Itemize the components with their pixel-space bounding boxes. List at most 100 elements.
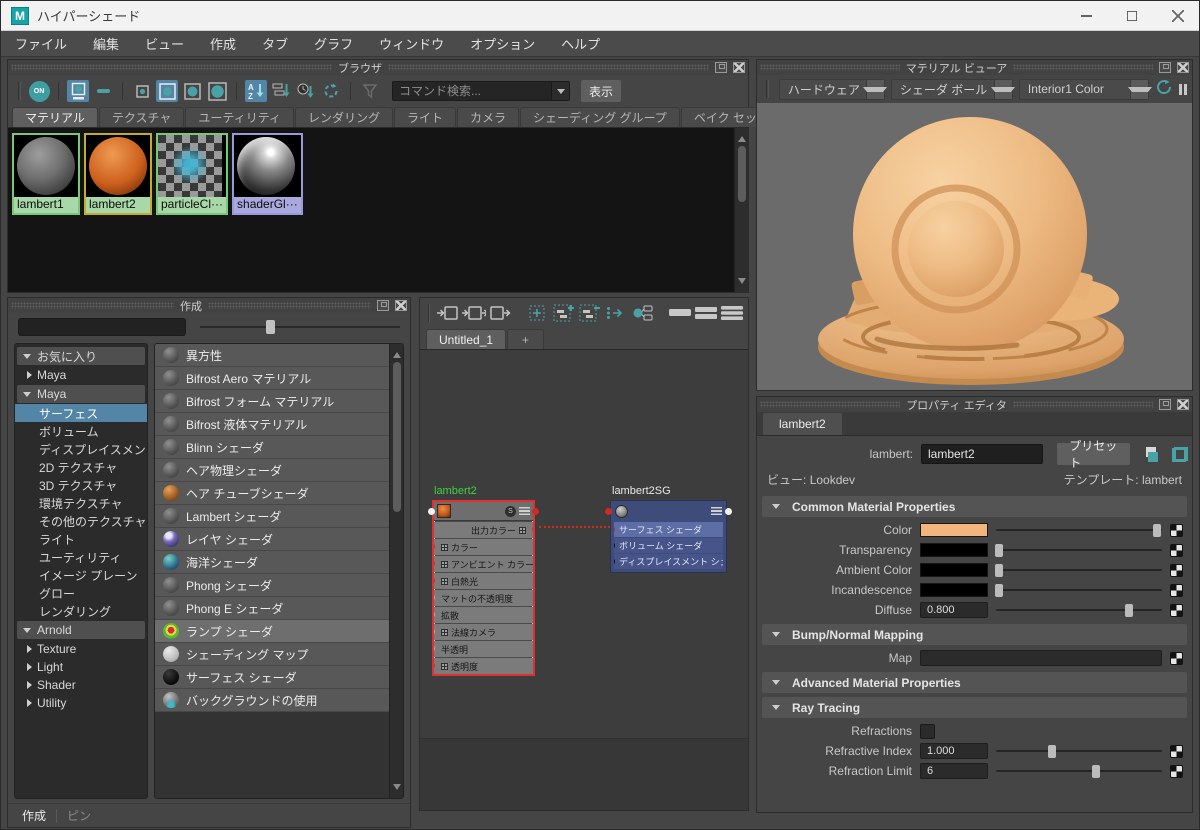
expand-attr-icon[interactable]: [441, 629, 448, 636]
port-dot[interactable]: [434, 560, 435, 567]
lambert2sg-node[interactable]: lambert2SG サーフェス シェーダ ボリューム シェーダ ディスプレイス…: [610, 500, 727, 573]
node-use-background[interactable]: バックグラウンドの使用: [155, 689, 389, 712]
node-blinn[interactable]: Blinn シェーダ: [155, 436, 389, 459]
tab-untitled-1[interactable]: Untitled_1: [426, 329, 506, 349]
close-panel-icon[interactable]: [1177, 62, 1189, 73]
close-panel-icon[interactable]: [733, 62, 745, 73]
preset-button[interactable]: プリセット: [1057, 443, 1129, 465]
float-panel-icon[interactable]: [1159, 399, 1171, 410]
display-button[interactable]: 表示: [581, 80, 621, 102]
category-rendering[interactable]: レンダリング: [15, 602, 147, 620]
expand-icon[interactable]: [27, 663, 32, 671]
map-texture-button[interactable]: [1170, 544, 1183, 557]
expand-icon[interactable]: [27, 681, 32, 689]
node-lambert[interactable]: Lambert シェーダ: [155, 505, 389, 528]
material-swatch-lambert2-selected[interactable]: lambert2: [84, 133, 152, 215]
footer-tab-bins[interactable]: ピン: [67, 807, 91, 824]
bump-map-input[interactable]: [920, 650, 1162, 666]
geometry-dropdown[interactable]: シェーダ ボール: [891, 79, 1013, 100]
filter-icon[interactable]: [359, 80, 381, 102]
category-env-textures[interactable]: 環境テクスチャ: [15, 494, 147, 512]
section-common-material-properties[interactable]: Common Material Properties: [762, 496, 1187, 517]
attr-ambient-color[interactable]: アンビエント カラー: [434, 556, 533, 572]
attr-translucence[interactable]: 半透明: [434, 641, 533, 657]
float-panel-icon[interactable]: [377, 300, 389, 311]
port-dot[interactable]: [725, 508, 732, 515]
material-swatch-lambert1[interactable]: lambert1: [12, 133, 80, 215]
expand-attr-icon[interactable]: [519, 527, 526, 534]
color-slider[interactable]: [996, 523, 1162, 537]
command-search-input[interactable]: [392, 81, 552, 101]
section-ray-tracing[interactable]: Ray Tracing: [762, 697, 1187, 718]
slider-handle[interactable]: [995, 564, 1003, 577]
menu-view[interactable]: ビュー: [145, 34, 184, 53]
ambient-color-slider[interactable]: [996, 563, 1162, 577]
category-maya-fav[interactable]: Maya: [15, 366, 147, 384]
node-name-input[interactable]: lambert2: [921, 444, 1043, 464]
expand-icon[interactable]: [27, 645, 32, 653]
small-swatch-icon[interactable]: [131, 80, 153, 102]
category-displacement[interactable]: ディスプレイスメント: [15, 440, 147, 458]
tab-shading-groups[interactable]: シェーディング グループ: [520, 107, 680, 127]
node-layered[interactable]: レイヤ シェーダ: [155, 528, 389, 551]
name-only-view-icon[interactable]: [92, 80, 114, 102]
color-swatch[interactable]: [920, 563, 988, 577]
category-arnold-texture[interactable]: Texture: [15, 640, 147, 658]
create-panel-header[interactable]: 作成: [8, 298, 410, 313]
node-display-mode-icon[interactable]: [711, 507, 722, 516]
category-maya[interactable]: Maya: [17, 385, 145, 403]
category-3d-textures[interactable]: 3D テクスチャ: [15, 476, 147, 494]
category-arnold-utility[interactable]: Utility: [15, 694, 147, 712]
collapse-icon[interactable]: [23, 628, 31, 633]
rearrange-graph-icon[interactable]: [630, 302, 654, 324]
swatch-size-slider[interactable]: [200, 320, 400, 334]
category-lights[interactable]: ライト: [15, 530, 147, 548]
browser-panel-header[interactable]: ブラウザ: [8, 60, 748, 75]
attr-normal-camera[interactable]: 法線カメラ: [434, 624, 533, 640]
material-viewer-header[interactable]: マテリアル ビューア: [757, 60, 1192, 75]
graph-output-connections-icon[interactable]: [488, 302, 512, 324]
port-dot[interactable]: [614, 526, 615, 533]
property-editor-header[interactable]: プロパティ エディタ: [757, 397, 1192, 412]
category-surface[interactable]: サーフェス: [15, 404, 147, 422]
lambert2-node-header[interactable]: S: [434, 502, 533, 521]
port-dot[interactable]: [434, 645, 435, 652]
category-arnold[interactable]: Arnold: [17, 621, 145, 639]
port-dot[interactable]: [532, 508, 539, 515]
slider-handle[interactable]: [1092, 765, 1100, 778]
node-phong-e[interactable]: Phong E シェーダ: [155, 597, 389, 620]
map-texture-button[interactable]: [1170, 745, 1183, 758]
add-tab-button[interactable]: +: [507, 329, 544, 349]
node-list-scrollbar[interactable]: [389, 344, 403, 798]
port-dot[interactable]: [532, 526, 533, 533]
port-dot[interactable]: [434, 662, 435, 669]
menu-create[interactable]: 作成: [210, 34, 236, 53]
sort-by-type-icon[interactable]: [270, 80, 292, 102]
slider-handle[interactable]: [1153, 524, 1161, 537]
map-texture-button[interactable]: [1170, 524, 1183, 537]
refractions-checkbox[interactable]: [920, 724, 935, 739]
connection-outcolor-to-surfaceshader[interactable]: [539, 526, 610, 528]
graph-input-connections-icon[interactable]: [436, 302, 460, 324]
refractive-index-slider[interactable]: [996, 744, 1162, 758]
expand-icon[interactable]: [27, 371, 32, 379]
category-2d-textures[interactable]: 2D テクスチャ: [15, 458, 147, 476]
node-bifrost-liquid[interactable]: Bifrost 液体マテリアル: [155, 413, 389, 436]
float-panel-icon[interactable]: [715, 62, 727, 73]
browser-scrollbar[interactable]: [734, 128, 748, 292]
map-texture-button[interactable]: [1170, 765, 1183, 778]
slider-handle[interactable]: [1048, 745, 1056, 758]
tab-rendering[interactable]: レンダリング: [295, 107, 393, 127]
map-texture-button[interactable]: [1170, 584, 1183, 597]
expand-icon[interactable]: [27, 699, 32, 707]
node-shading-map[interactable]: シェーディング マップ: [155, 643, 389, 666]
display-connected-mode-icon[interactable]: [694, 302, 718, 324]
footer-tab-create[interactable]: 作成: [22, 807, 46, 824]
menu-window[interactable]: ウィンドウ: [379, 34, 444, 53]
color-swatch[interactable]: [920, 583, 988, 597]
attr-incandescence[interactable]: 白熱光: [434, 573, 533, 589]
scrollbar-thumb[interactable]: [393, 362, 401, 512]
port-dot[interactable]: [614, 542, 615, 549]
port-dot[interactable]: [428, 508, 435, 515]
category-arnold-light[interactable]: Light: [15, 658, 147, 676]
